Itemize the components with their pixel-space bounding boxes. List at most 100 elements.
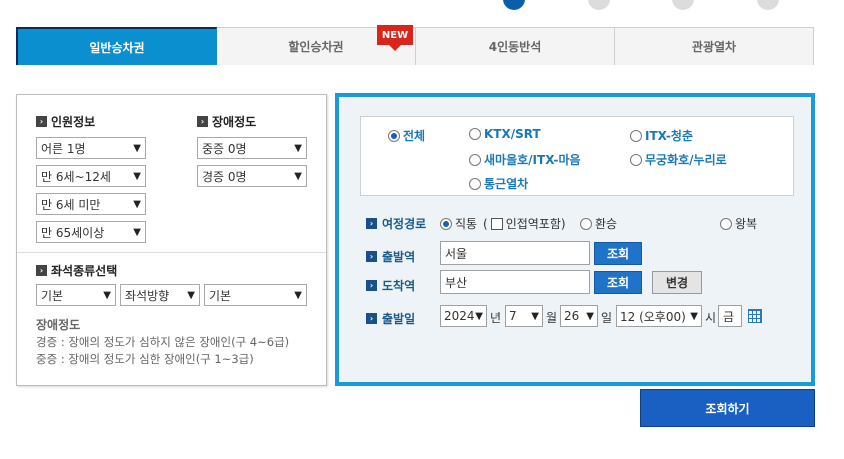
select-value: 26 bbox=[564, 309, 580, 323]
severe-disability-select[interactable]: 중증 0명 ▼ bbox=[197, 137, 307, 159]
child-count-select[interactable]: 만 6세~12세 ▼ bbox=[36, 165, 146, 187]
search-trains-button[interactable]: 조회하기 bbox=[640, 389, 815, 427]
note-title: 장애정도 bbox=[36, 318, 81, 332]
chevron-down-icon: ▼ bbox=[294, 142, 302, 154]
arrival-label-text: 도착역 bbox=[382, 279, 416, 293]
train-type-box: 전체 KTX/SRT ITX-청춘 새마을호/ITX-마음 무궁화호/누리로 통… bbox=[360, 116, 794, 196]
radio-roundtrip[interactable]: 왕복 bbox=[720, 215, 757, 232]
radio-all[interactable]: 전체 bbox=[388, 127, 425, 144]
tab-four-seat[interactable]: 4인동반석 bbox=[416, 27, 615, 65]
seat-title-text: 좌석종류선택 bbox=[51, 264, 118, 278]
chevron-down-icon: ▼ bbox=[531, 310, 539, 322]
month-unit: 월 bbox=[546, 311, 558, 325]
arrival-station-input[interactable]: 부산 bbox=[440, 270, 590, 294]
step-indicator-1 bbox=[503, 0, 525, 10]
paren-text: ( bbox=[483, 216, 488, 231]
radio-label: ITX-청춘 bbox=[645, 129, 693, 143]
radio-itx-cheongchun[interactable]: ITX-청춘 bbox=[630, 127, 693, 144]
select-value: 2024 bbox=[444, 309, 475, 323]
calendar-icon[interactable] bbox=[748, 309, 762, 323]
radio-commuter[interactable]: 통근열차 bbox=[469, 175, 528, 192]
departure-label: › 출발역 bbox=[366, 248, 415, 265]
radio-label: 통근열차 bbox=[484, 177, 529, 191]
departure-search-button[interactable]: 조회 bbox=[594, 242, 642, 265]
seat-position-select[interactable]: 기본 ▼ bbox=[204, 284, 307, 306]
chevron-down-icon: ▼ bbox=[187, 289, 195, 301]
tab-label: 4인동반석 bbox=[488, 40, 542, 54]
radio-label: 환승 bbox=[595, 217, 618, 231]
departure-label-text: 출발역 bbox=[382, 250, 416, 264]
new-badge: NEW bbox=[377, 25, 413, 51]
date-label-text: 출발일 bbox=[382, 312, 416, 326]
select-value: 만 6세 미만 bbox=[41, 197, 101, 212]
chevron-down-icon: ▼ bbox=[294, 170, 302, 182]
chevron-down-icon: ▼ bbox=[690, 310, 698, 322]
adult-count-select[interactable]: 어른 1명 ▼ bbox=[36, 137, 146, 159]
note-line-severe: 중증 : 장애의 정도가 심한 장애인(구 1~3급) bbox=[36, 352, 254, 366]
departure-station-input[interactable]: 서울 bbox=[440, 241, 590, 265]
disability-title: › 장애정도 bbox=[197, 113, 256, 130]
radio-button bbox=[469, 128, 481, 140]
senior-count-select[interactable]: 만 65세이상 ▼ bbox=[36, 221, 146, 243]
chevron-down-icon: ▼ bbox=[103, 289, 111, 301]
arrival-search-button[interactable]: 조회 bbox=[594, 271, 642, 294]
passenger-title-text: 인원정보 bbox=[51, 115, 96, 129]
weekday-display: 금 bbox=[718, 305, 742, 327]
seat-direction-select[interactable]: 좌석방향 ▼ bbox=[120, 284, 200, 306]
passenger-title: › 인원정보 bbox=[36, 113, 95, 130]
chevron-right-icon: › bbox=[197, 116, 208, 127]
divider bbox=[17, 252, 326, 253]
tab-label: 할인승차권 bbox=[288, 40, 344, 54]
hour-unit: 시 bbox=[705, 311, 717, 325]
nearby-station-checkbox[interactable]: ( 인접역포함) bbox=[483, 215, 566, 232]
year-select[interactable]: 2024 ▼ bbox=[440, 305, 487, 327]
chevron-down-icon: ▼ bbox=[133, 142, 141, 154]
ticket-type-tabs: 일반승차권 할인승차권 NEW 4인동반석 관광열차 bbox=[16, 25, 814, 65]
route-label: › 여정경로 bbox=[366, 215, 426, 232]
year-unit: 년 bbox=[490, 311, 502, 325]
radio-button bbox=[469, 153, 481, 166]
tab-general-ticket[interactable]: 일반승차권 bbox=[16, 27, 217, 65]
radio-direct[interactable]: 직통 bbox=[440, 215, 477, 232]
radio-label: 무궁화호/누리로 bbox=[645, 153, 727, 167]
route-label-text: 여정경로 bbox=[382, 217, 427, 231]
select-value: 기본 bbox=[41, 288, 64, 303]
journey-panel: 전체 KTX/SRT ITX-청춘 새마을호/ITX-마음 무궁화호/누리로 통… bbox=[335, 93, 815, 386]
tab-label: 일반승차권 bbox=[89, 40, 145, 55]
chevron-down-icon: ▼ bbox=[133, 226, 141, 238]
day-select[interactable]: 26 ▼ bbox=[560, 305, 598, 327]
radio-label: 새마을호/ITX-마음 bbox=[484, 153, 581, 167]
radio-transfer[interactable]: 환승 bbox=[580, 215, 617, 232]
chevron-right-icon: › bbox=[36, 265, 47, 276]
infant-count-select[interactable]: 만 6세 미만 ▼ bbox=[36, 193, 146, 215]
radio-button bbox=[580, 217, 592, 230]
passenger-panel: › 인원정보 › 장애정도 어른 1명 ▼ 만 6세~12세 ▼ 만 6세 미만 ▼ … bbox=[16, 94, 327, 386]
tab-discount-ticket[interactable]: 할인승차권 NEW bbox=[217, 25, 416, 65]
radio-ktx-srt[interactable]: KTX/SRT bbox=[469, 127, 541, 141]
radio-button bbox=[388, 129, 400, 142]
radio-mugunghwa[interactable]: 무궁화호/누리로 bbox=[630, 151, 727, 168]
mild-disability-select[interactable]: 경증 0명 ▼ bbox=[197, 165, 307, 187]
month-select[interactable]: 7 ▼ bbox=[505, 305, 543, 327]
checkbox bbox=[490, 217, 503, 230]
radio-button bbox=[440, 217, 452, 230]
radio-label: 전체 bbox=[403, 129, 426, 143]
radio-label: KTX/SRT bbox=[484, 127, 541, 141]
step-indicator-4 bbox=[757, 0, 779, 10]
select-value: 어른 1명 bbox=[41, 141, 86, 156]
radio-saemaeul[interactable]: 새마을호/ITX-마음 bbox=[469, 151, 581, 168]
chevron-down-icon: ▼ bbox=[133, 198, 141, 210]
chevron-right-icon: › bbox=[366, 251, 377, 262]
checkbox-label: 인접역포함) bbox=[505, 217, 566, 231]
disability-title-text: 장애정도 bbox=[212, 115, 257, 129]
radio-label: 직통 bbox=[455, 217, 478, 231]
seat-type-select[interactable]: 기본 ▼ bbox=[36, 284, 116, 306]
tab-tour-train[interactable]: 관광열차 bbox=[615, 27, 814, 65]
swap-stations-button[interactable]: 변경 bbox=[652, 271, 702, 294]
chevron-right-icon: › bbox=[366, 280, 377, 291]
hour-select[interactable]: 12 (오후00) ▼ bbox=[616, 305, 702, 327]
note-line-mild: 경증 : 장애의 정도가 심하지 않은 장애인(구 4~6급) bbox=[36, 335, 290, 349]
select-value: 기본 bbox=[209, 288, 232, 303]
select-value: 중증 0명 bbox=[202, 141, 247, 156]
chevron-down-icon: ▼ bbox=[294, 289, 302, 301]
